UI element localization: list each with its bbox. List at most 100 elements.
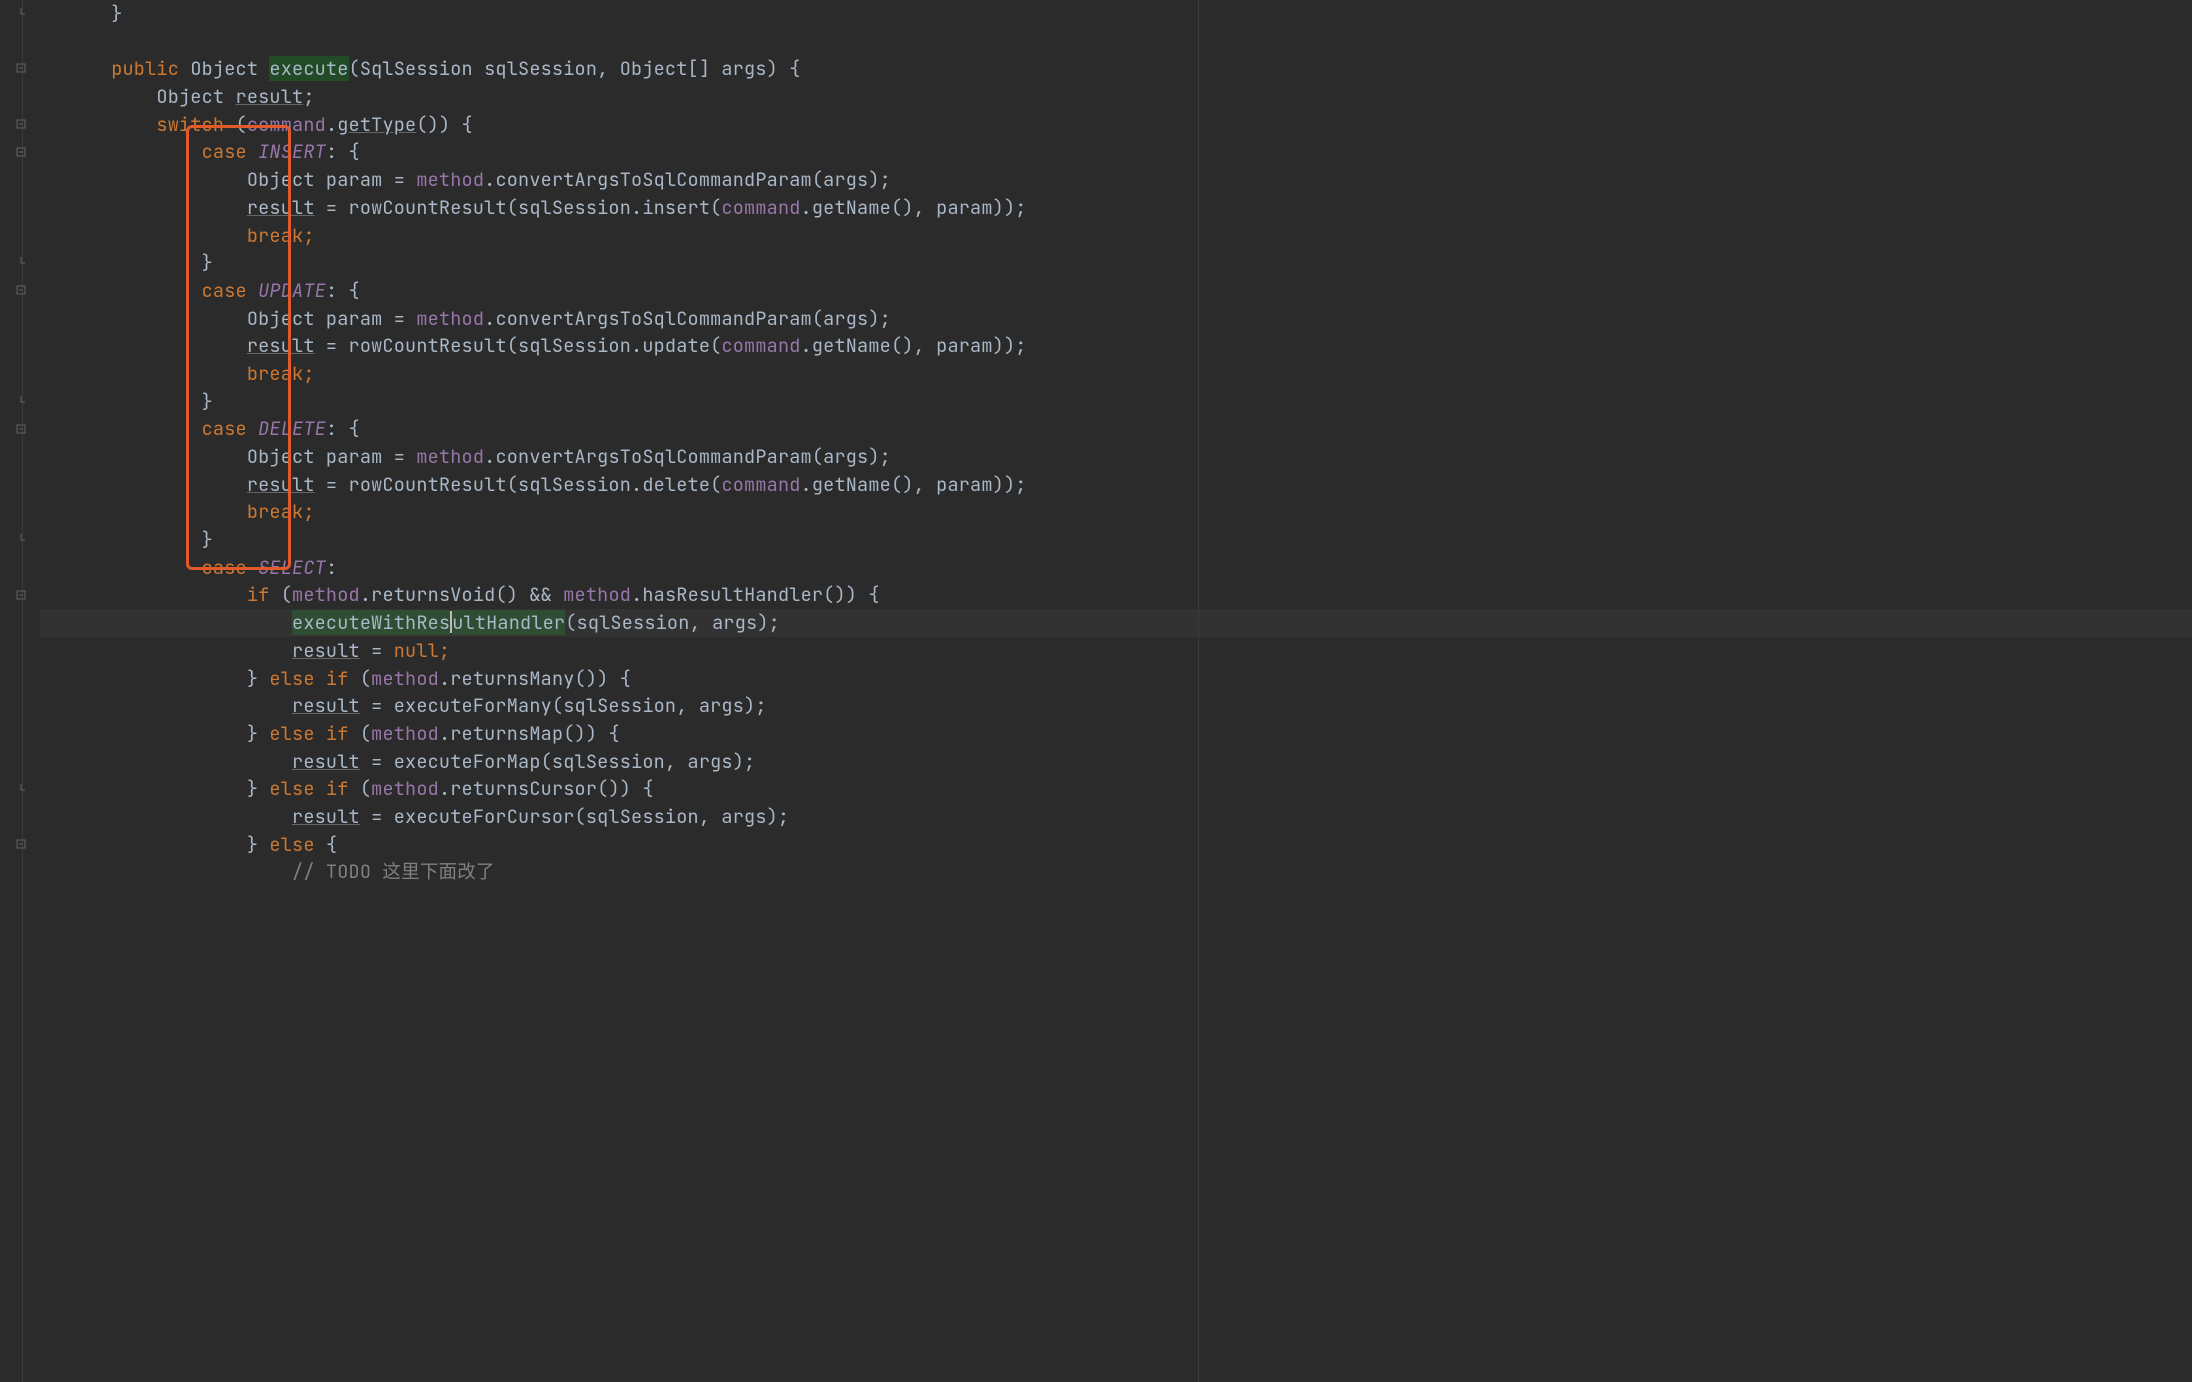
code-token: break;	[247, 499, 315, 524]
code-line[interactable]: case DELETE: {	[66, 415, 1027, 443]
fold-end-icon[interactable]	[15, 257, 27, 269]
code-line[interactable]: executeWithResultHandler(sqlSession, arg…	[66, 609, 1027, 637]
code-token: }	[247, 776, 270, 801]
code-token: method	[371, 776, 439, 801]
indent	[66, 195, 247, 220]
code-token: .getName(), param));	[801, 333, 1027, 358]
code-token: .returnsVoid() &&	[360, 582, 563, 607]
code-token: (	[360, 776, 371, 801]
code-token: break;	[247, 223, 315, 248]
code-line[interactable]: break;	[66, 360, 1027, 388]
code-token: .hasResultHandler()) {	[631, 582, 880, 607]
code-token: ;	[303, 84, 314, 109]
code-line[interactable]: result = executeForMany(sqlSession, args…	[66, 692, 1027, 720]
code-token: Object	[156, 84, 235, 109]
indent	[66, 610, 292, 635]
code-token: if	[247, 582, 281, 607]
code-line[interactable]: }	[66, 0, 1027, 28]
code-line[interactable]: Object param = method.convertArgsToSqlCo…	[66, 305, 1027, 333]
indent	[66, 84, 156, 109]
indent	[66, 167, 247, 192]
code-token: .convertArgsToSqlCommandParam(args);	[484, 306, 891, 331]
code-token: command	[721, 195, 800, 220]
code-line[interactable]: if (method.returnsVoid() && method.hasRe…	[66, 581, 1027, 609]
code-token: method	[371, 721, 439, 746]
fold-collapse-icon[interactable]	[15, 63, 27, 75]
code-line[interactable]: switch (command.getType()) {	[66, 111, 1027, 139]
code-line[interactable]: result = executeForMap(sqlSession, args)…	[66, 748, 1027, 776]
fold-collapse-icon[interactable]	[15, 839, 27, 851]
code-line[interactable]: } else if (method.returnsMany()) {	[66, 665, 1027, 693]
code-line[interactable]: } else {	[66, 831, 1027, 859]
code-token: result	[292, 693, 360, 718]
code-line[interactable]: Object result;	[66, 83, 1027, 111]
code-token: INSERT	[258, 139, 326, 164]
code-line[interactable]: result = rowCountResult(sqlSession.updat…	[66, 332, 1027, 360]
code-token: (sqlSession, args);	[565, 610, 780, 635]
code-token: // TODO 这里下面改了	[292, 859, 495, 884]
code-line[interactable]: case UPDATE: {	[66, 277, 1027, 305]
code-line[interactable]: } else if (method.returnsMap()) {	[66, 720, 1027, 748]
code-token: public	[111, 56, 190, 81]
indent	[66, 499, 247, 524]
code-token: }	[247, 832, 270, 857]
code-line[interactable]: public Object execute(SqlSession sqlSess…	[66, 55, 1027, 83]
code-token: case	[202, 139, 259, 164]
code-line[interactable]: result = executeForCursor(sqlSession, ar…	[66, 803, 1027, 831]
code-token: : {	[326, 416, 360, 441]
code-line[interactable]: }	[66, 388, 1027, 416]
code-line[interactable]: break;	[66, 222, 1027, 250]
fold-end-icon[interactable]	[15, 8, 27, 20]
code-line[interactable]: }	[66, 526, 1027, 554]
fold-end-icon[interactable]	[15, 534, 27, 546]
code-line[interactable]: result = rowCountResult(sqlSession.delet…	[66, 471, 1027, 499]
code-line[interactable]: } else if (method.returnsCursor()) {	[66, 775, 1027, 803]
fold-collapse-icon[interactable]	[15, 590, 27, 602]
fold-end-icon[interactable]	[15, 396, 27, 408]
code-token: else if	[269, 776, 359, 801]
indent	[66, 1, 111, 26]
code-line[interactable]: Object param = method.convertArgsToSqlCo…	[66, 166, 1027, 194]
code-line[interactable]: break;	[66, 498, 1027, 526]
code-token: ()) {	[416, 112, 473, 137]
code-line[interactable]: // TODO 这里下面改了	[66, 858, 1027, 886]
code-token: (	[360, 721, 371, 746]
code-line[interactable]: case SELECT:	[66, 554, 1027, 582]
code-token: result	[247, 195, 315, 220]
code-line[interactable]: result = null;	[66, 637, 1027, 665]
fold-collapse-icon[interactable]	[15, 147, 27, 159]
code-token: method	[416, 306, 484, 331]
code-line[interactable]: }	[66, 249, 1027, 277]
code-editor[interactable]: } public Object execute(SqlSession sqlSe…	[0, 0, 2192, 1382]
code-token: .convertArgsToSqlCommandParam(args);	[484, 167, 891, 192]
code-token: Object param =	[247, 306, 417, 331]
gutter-indent-line	[22, 0, 23, 1382]
indent	[66, 638, 292, 663]
code-line[interactable]: result = rowCountResult(sqlSession.inser…	[66, 194, 1027, 222]
code-line[interactable]: case INSERT: {	[66, 138, 1027, 166]
indent	[66, 223, 247, 248]
code-token: result	[247, 333, 315, 358]
code-token: }	[247, 666, 270, 691]
indent	[66, 139, 202, 164]
indent	[66, 693, 292, 718]
code-token: method	[292, 582, 360, 607]
code-token: {	[326, 832, 337, 857]
indent	[66, 389, 202, 414]
code-token: result	[292, 638, 360, 663]
code-line[interactable]	[66, 28, 1027, 56]
code-token: executeWithRes	[292, 610, 450, 635]
indent	[66, 666, 247, 691]
fold-collapse-icon[interactable]	[15, 424, 27, 436]
code-token: = rowCountResult(sqlSession.insert(	[315, 195, 722, 220]
code-token: .returnsMany()) {	[439, 666, 631, 691]
fold-collapse-icon[interactable]	[15, 119, 27, 131]
fold-collapse-icon[interactable]	[15, 285, 27, 297]
indent	[66, 582, 247, 607]
code-line[interactable]: Object param = method.convertArgsToSqlCo…	[66, 443, 1027, 471]
code-token: (	[360, 666, 371, 691]
code-token: result	[236, 84, 304, 109]
code-token: .returnsMap()) {	[439, 721, 620, 746]
fold-end-icon[interactable]	[15, 784, 27, 796]
code-area[interactable]: } public Object execute(SqlSession sqlSe…	[40, 0, 1027, 1382]
